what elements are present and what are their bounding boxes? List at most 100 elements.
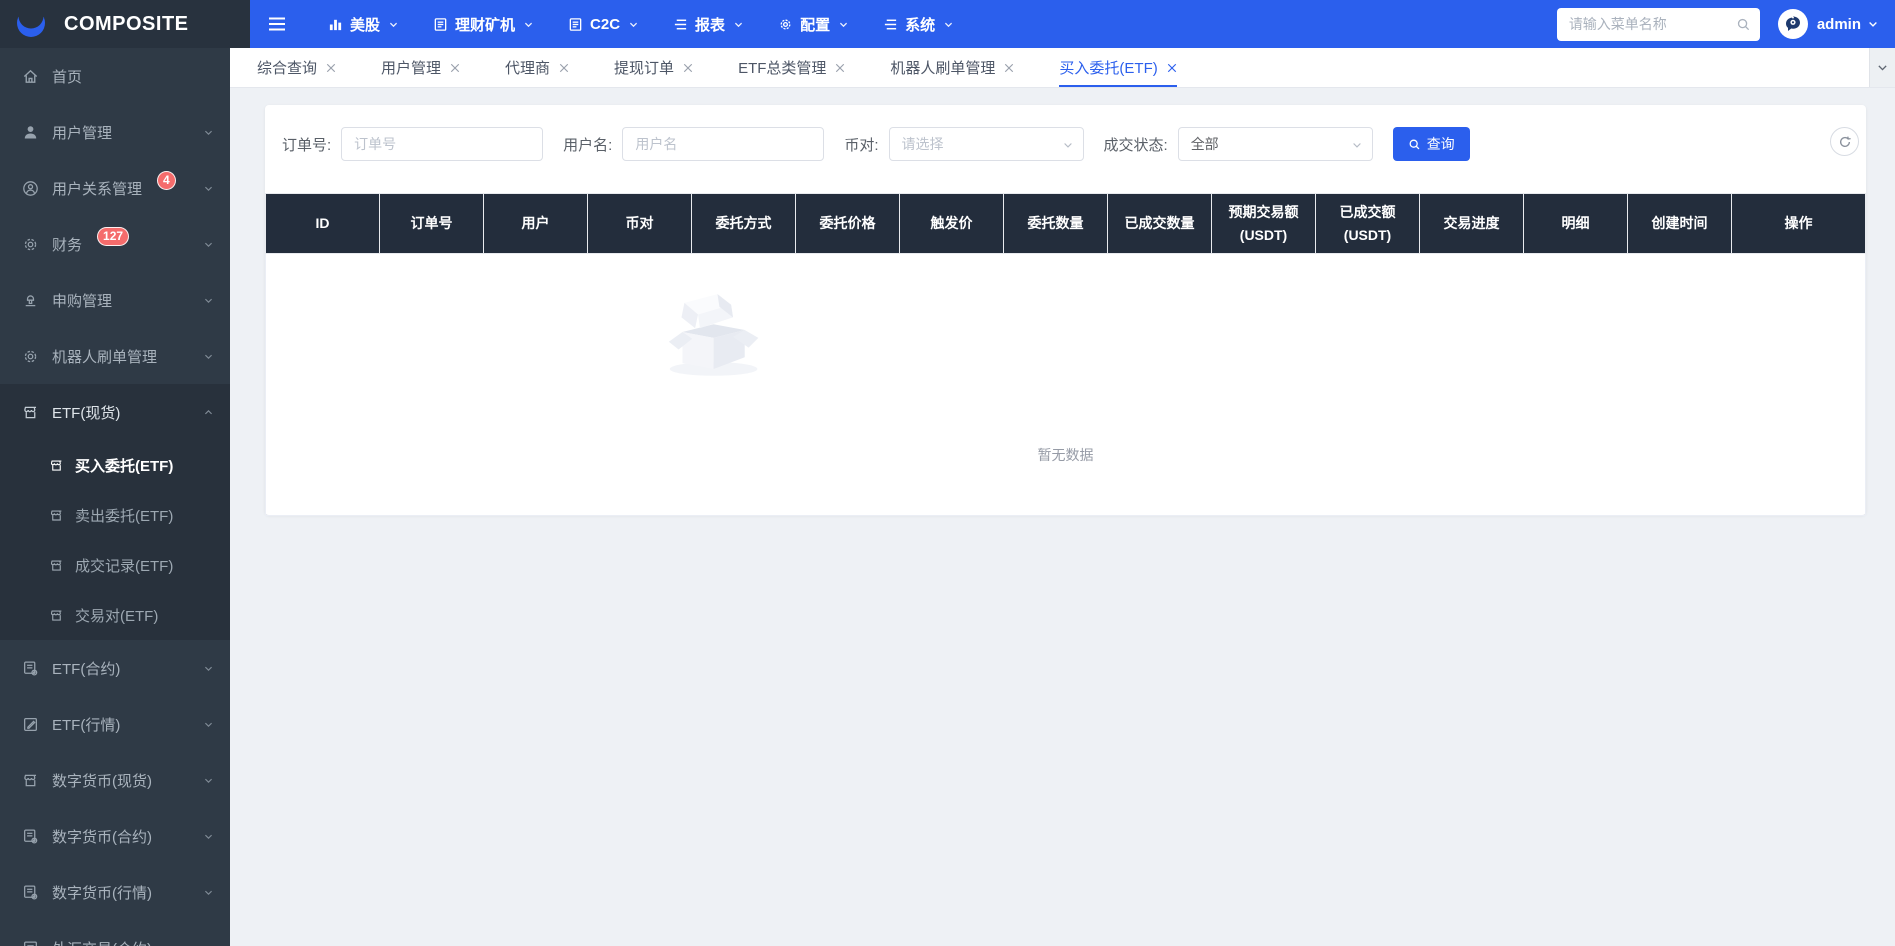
empty-box-illustration — [668, 294, 759, 376]
order-no-input[interactable] — [341, 127, 544, 161]
column-header: 币对 — [587, 193, 692, 254]
tab-buy-order-etf[interactable]: 买入委托(ETF) — [1059, 48, 1178, 87]
chevron-up-icon — [203, 407, 214, 418]
sidebar-item-crypto-contract[interactable]: 数字货币(合约) — [0, 808, 230, 864]
chevron-down-icon — [1351, 139, 1363, 151]
status-select[interactable]: 全部 — [1177, 127, 1373, 161]
username-input[interactable] — [622, 127, 825, 161]
refresh-button[interactable] — [1830, 127, 1859, 156]
close-icon[interactable] — [450, 63, 460, 73]
column-header: 操作 — [1731, 193, 1866, 254]
close-icon[interactable] — [835, 63, 845, 73]
menu-search-input[interactable] — [1556, 7, 1760, 41]
sidebar-subitem-trading-pairs-etf[interactable]: 交易对(ETF) — [0, 590, 230, 640]
column-header: 已成交额(USDT) — [1315, 193, 1420, 254]
close-icon[interactable] — [1004, 63, 1014, 73]
sidebar-item-forex-contract[interactable]: 外汇交易(合约) — [0, 920, 230, 946]
home-icon — [22, 68, 39, 85]
sidebar-subitem-buy-order-etf[interactable]: 买入委托(ETF) — [0, 440, 230, 490]
shop-icon — [22, 404, 39, 421]
crescent-logo-icon — [8, 8, 54, 40]
nav-item-wealth-miner[interactable]: 理财矿机 — [423, 0, 544, 48]
notification-badge: 4 — [157, 170, 176, 190]
user-icon — [22, 124, 39, 141]
table-empty-state: 暂无数据 — [265, 254, 1866, 516]
tab-comprehensive-query[interactable]: 综合查询 — [257, 48, 336, 87]
top-navbar: COMPOSITE 美股 理财矿机 C2C 报表 配置 系统 请输入菜单名称 a… — [0, 0, 1895, 48]
tab-etf-category-management[interactable]: ETF总类管理 — [738, 48, 845, 87]
username-label[interactable]: admin — [1817, 16, 1861, 33]
search-icon — [1408, 138, 1421, 151]
chevron-down-icon — [203, 127, 214, 138]
bar-chart-icon — [328, 17, 343, 32]
tab-overflow-button[interactable] — [1869, 48, 1895, 87]
gear-icon — [22, 348, 39, 365]
sidebar-item-user-management[interactable]: 用户管理 — [0, 104, 230, 160]
document-icon — [568, 17, 583, 32]
close-icon[interactable] — [559, 63, 569, 73]
notification-badge: 127 — [97, 226, 130, 246]
sidebar-item-user-relations[interactable]: 用户关系管理 4 — [0, 160, 230, 216]
stamp-icon — [22, 292, 39, 309]
sidebar-group-etf-spot: ETF(现货) 买入委托(ETF) 卖出委托(ETF) 成交记录(ETF) 交易… — [0, 384, 230, 640]
username-label: 用户名: — [563, 136, 613, 154]
sidebar-item-etf-spot[interactable]: ETF(现货) — [0, 384, 230, 440]
tab-withdrawal-orders[interactable]: 提现订单 — [614, 48, 693, 87]
sidebar-item-etf-contract[interactable]: ETF(合约) — [0, 640, 230, 696]
tab-robot-order-management[interactable]: 机器人刷单管理 — [890, 48, 1014, 87]
tab-agent[interactable]: 代理商 — [505, 48, 569, 87]
nav-item-config[interactable]: 配置 — [768, 0, 859, 48]
sidebar-item-crypto-spot[interactable]: 数字货币(现货) — [0, 752, 230, 808]
table-header-row: ID 订单号 用户 币对 委托方式 委托价格 触发价 委托数量 已成交数量 预期… — [265, 193, 1866, 254]
pair-select[interactable]: 请选择 — [888, 127, 1084, 161]
empty-text: 暂无数据 — [1037, 447, 1094, 463]
chevron-down-icon — [1062, 139, 1074, 151]
column-header: 已成交数量 — [1107, 193, 1212, 254]
chevron-down-icon — [838, 19, 849, 30]
close-icon[interactable] — [683, 63, 693, 73]
chevron-down-icon — [943, 19, 954, 30]
user-circle-icon — [22, 180, 39, 197]
sidebar-item-crypto-market[interactable]: 数字货币(行情) — [0, 864, 230, 920]
query-button[interactable]: 查询 — [1392, 127, 1470, 161]
chevron-down-icon — [628, 19, 639, 30]
logo-text: COMPOSITE — [64, 12, 189, 35]
nav-item-reports[interactable]: 报表 — [663, 0, 754, 48]
nav-item-us-stocks[interactable]: 美股 — [318, 0, 409, 48]
sidebar-item-etf-market[interactable]: ETF(行情) — [0, 696, 230, 752]
document-icon — [22, 940, 39, 946]
hamburger-menu-icon[interactable] — [262, 10, 292, 38]
gear-icon — [778, 17, 793, 32]
sidebar-item-finance[interactable]: 财务 127 — [0, 216, 230, 272]
close-icon[interactable] — [326, 63, 336, 73]
document-icon — [433, 17, 448, 32]
sidebar-item-robot-orders[interactable]: 机器人刷单管理 — [0, 328, 230, 384]
column-header: ID — [265, 193, 380, 254]
chevron-down-icon — [203, 239, 214, 250]
navbar-right: admin — [1556, 7, 1895, 41]
chevron-down-icon — [203, 351, 214, 362]
sidebar-item-subscription[interactable]: 申购管理 — [0, 272, 230, 328]
app-logo[interactable]: COMPOSITE — [0, 0, 250, 48]
column-header: 用户 — [483, 193, 588, 254]
nav-item-system[interactable]: 系统 — [873, 0, 964, 48]
pair-label: 币对: — [844, 136, 879, 154]
chevron-down-icon — [203, 663, 214, 674]
document-gear-icon — [22, 660, 39, 677]
shop-icon — [22, 772, 39, 789]
main-content: 订单号: 用户名: 币对: 请选择 成交状态: 全部 — [230, 89, 1895, 946]
shop-icon — [49, 608, 64, 623]
orders-table: ID 订单号 用户 币对 委托方式 委托价格 触发价 委托数量 已成交数量 预期… — [265, 193, 1866, 254]
column-header: 创建时间 — [1627, 193, 1732, 254]
filter-row: 订单号: 用户名: 币对: 请选择 成交状态: 全部 — [265, 105, 1866, 161]
shop-icon — [49, 458, 64, 473]
tab-user-management[interactable]: 用户管理 — [381, 48, 460, 87]
sidebar-subitem-trade-records-etf[interactable]: 成交记录(ETF) — [0, 540, 230, 590]
sidebar-item-home[interactable]: 首页 — [0, 48, 230, 104]
close-icon[interactable] — [1167, 63, 1177, 73]
sidebar-subitem-sell-order-etf[interactable]: 卖出委托(ETF) — [0, 490, 230, 540]
order-no-label: 订单号: — [282, 136, 332, 154]
user-avatar[interactable] — [1777, 9, 1808, 39]
chevron-down-icon[interactable] — [1867, 18, 1879, 30]
nav-item-c2c[interactable]: C2C — [558, 0, 649, 48]
